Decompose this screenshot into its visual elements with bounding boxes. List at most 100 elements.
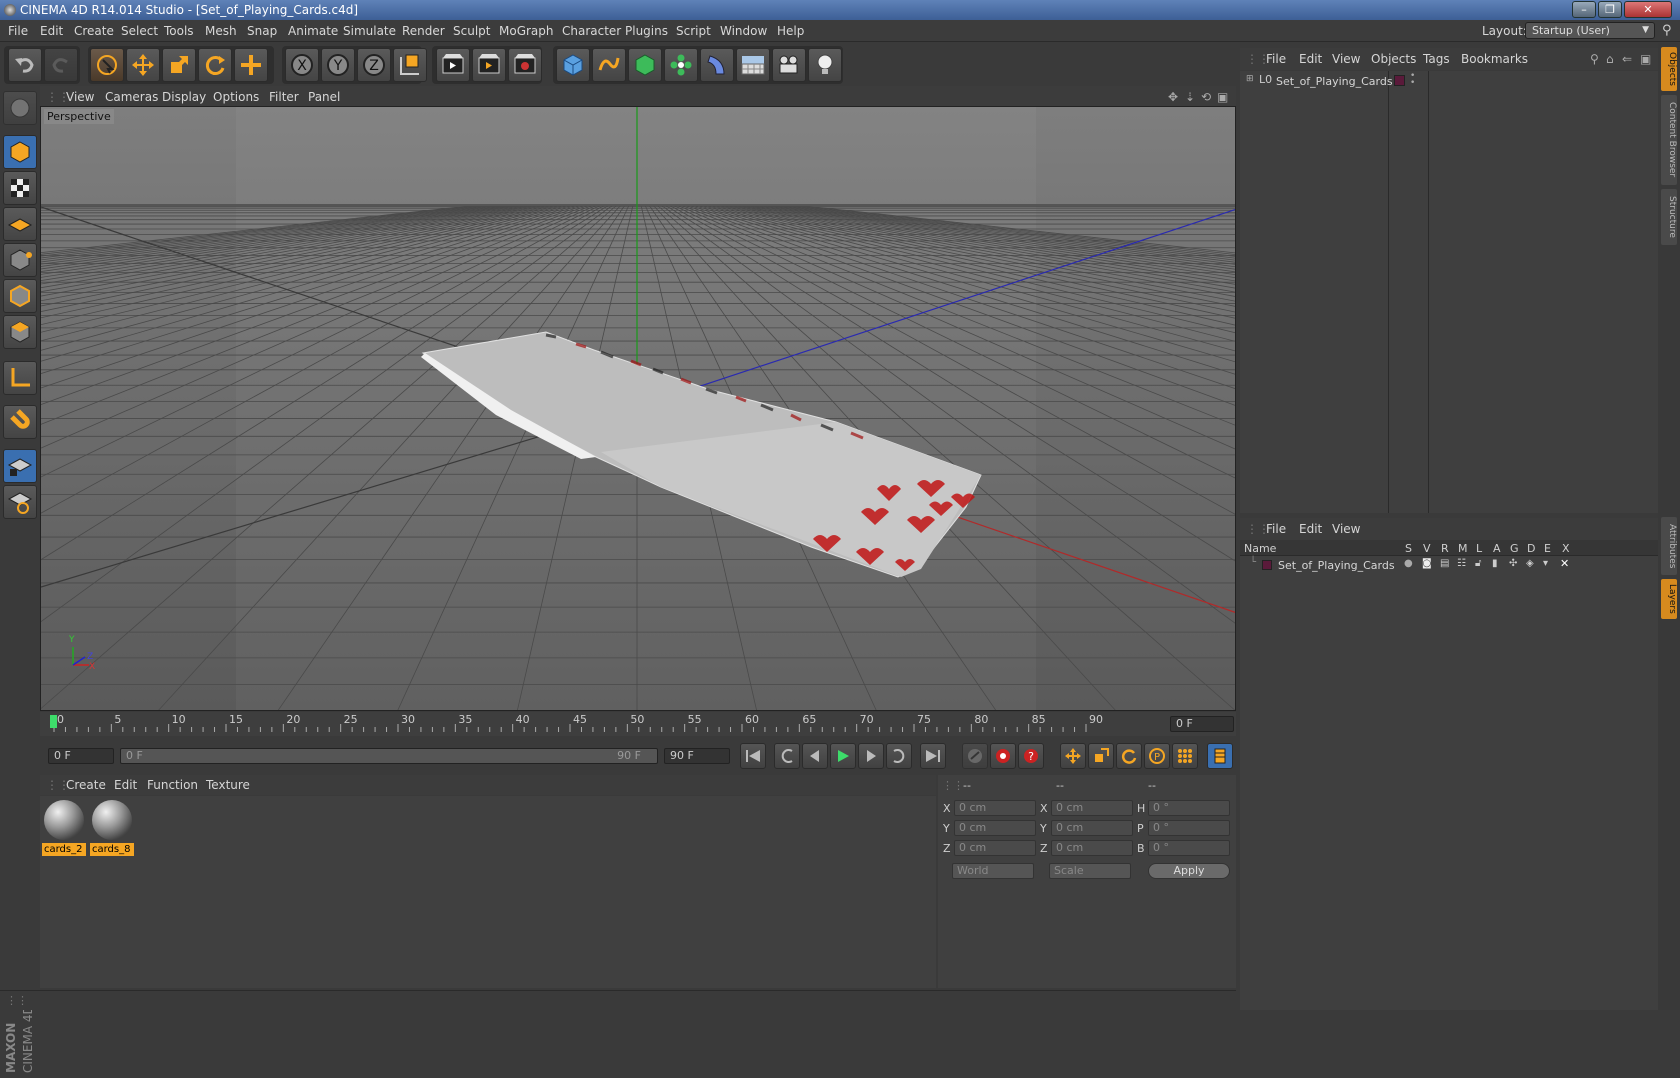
previous-key-icon[interactable] [774, 743, 800, 769]
layer-color-swatch[interactable] [1394, 75, 1405, 86]
coordinate-system-icon[interactable] [393, 48, 427, 82]
viewport-menu-cameras[interactable]: Cameras [105, 90, 158, 104]
rotate-icon[interactable] [198, 48, 232, 82]
undo-icon[interactable] [8, 48, 42, 82]
rot-h-field[interactable]: 0 ° [1148, 800, 1230, 816]
column-generators-header[interactable]: G [1510, 542, 1519, 555]
xref-toggle-icon[interactable]: ✕ [1560, 557, 1569, 570]
apply-button[interactable]: Apply [1148, 863, 1230, 879]
column-deformers-header[interactable]: D [1527, 542, 1535, 555]
menu-sculpt[interactable]: Sculpt [453, 24, 490, 38]
layer-color-swatch[interactable] [1262, 560, 1272, 570]
column-view-header[interactable]: V [1423, 542, 1431, 555]
redo-icon[interactable] [44, 48, 78, 82]
x-axis-icon[interactable]: X [285, 48, 319, 82]
menu-create[interactable]: Create [74, 24, 114, 38]
make-editable-icon[interactable] [3, 91, 37, 125]
array-icon[interactable] [664, 48, 698, 82]
menu-file[interactable]: File [8, 24, 28, 38]
column-expressions-header[interactable]: E [1544, 542, 1551, 555]
column-manager-header[interactable]: M [1458, 542, 1468, 555]
magnet-icon[interactable] [3, 405, 37, 439]
expand-icon[interactable]: ⊞ [1246, 74, 1254, 84]
workplane-lock-icon[interactable] [3, 449, 37, 483]
menu-character[interactable]: Character [562, 24, 621, 38]
menu-mesh[interactable]: Mesh [205, 24, 237, 38]
objects-menu-file[interactable]: File [1266, 52, 1286, 66]
play-forward-icon[interactable] [830, 743, 856, 769]
spline-icon[interactable] [592, 48, 626, 82]
key-parameter-icon[interactable]: P [1144, 743, 1170, 769]
timeline-ruler[interactable]: 0 5 10 15 20 25 30 35 40 45 50 55 60 65 70 75 80 85 90 0 F [40, 712, 1236, 736]
rot-b-field[interactable]: 0 ° [1148, 840, 1230, 856]
go-to-end-icon[interactable] [920, 743, 946, 769]
material-swatch[interactable]: cards_8 [90, 798, 134, 856]
y-axis-icon[interactable]: Y [321, 48, 355, 82]
add-icon[interactable] [234, 48, 268, 82]
material-menu-edit[interactable]: Edit [114, 778, 137, 792]
viewport-menu-filter[interactable]: Filter [269, 90, 299, 104]
coordinate-mode-dropdown[interactable]: World [952, 863, 1034, 879]
tab-attributes[interactable]: Attributes [1661, 517, 1677, 575]
column-render-header[interactable]: R [1441, 542, 1449, 555]
menu-animate[interactable]: Animate [288, 24, 338, 38]
viewport-menu-panel[interactable]: Panel [308, 90, 340, 104]
timeline-window-icon[interactable] [1207, 743, 1233, 769]
menu-script[interactable]: Script [676, 24, 711, 38]
viewport-menu-options[interactable]: Options [213, 90, 259, 104]
layout-dropdown[interactable]: Startup (User) ▼ [1525, 22, 1655, 39]
preview-range-slider[interactable]: 0 F 90 F [120, 748, 658, 764]
subdivision-surface-icon[interactable] [628, 48, 662, 82]
objects-menu-tags[interactable]: Tags [1423, 52, 1450, 66]
layers-menu-edit[interactable]: Edit [1299, 522, 1322, 536]
column-solo-header[interactable]: S [1405, 542, 1412, 555]
manager-toggle-icon[interactable]: ☷ [1457, 558, 1466, 569]
end-frame-field[interactable]: 90 F [664, 748, 730, 764]
view-toggle-icon[interactable]: ◙ [1422, 558, 1432, 569]
material-swatch[interactable]: cards_2 [42, 798, 86, 856]
render-picture-viewer-icon[interactable] [472, 48, 506, 82]
tab-layers[interactable]: Layers [1661, 579, 1677, 619]
viewport-toggle-icon[interactable]: ▣ [1217, 90, 1228, 104]
viewport-zoom-icon[interactable]: ⇣ [1185, 90, 1195, 104]
viewport-menu-display[interactable]: Display [162, 90, 206, 104]
maximize-button[interactable]: ❐ [1598, 1, 1622, 18]
key-position-icon[interactable] [1060, 743, 1086, 769]
start-frame-field[interactable]: 0 F [48, 748, 114, 764]
go-to-start-icon[interactable] [740, 743, 766, 769]
axis-mode-icon[interactable] [3, 361, 37, 395]
menu-plugins[interactable]: Plugins [625, 24, 668, 38]
record-keys-icon[interactable] [962, 743, 988, 769]
perspective-viewport[interactable]: Perspective Y Z X [40, 106, 1236, 711]
object-row[interactable]: ⊞ L0 Set_of_Playing_Cards • • [1242, 72, 1658, 90]
light-icon[interactable] [808, 48, 842, 82]
back-icon[interactable]: ⇐ [1622, 52, 1632, 66]
objects-menu-view[interactable]: View [1332, 52, 1360, 66]
lock-toggle-icon[interactable]: 🔓︎ [1475, 558, 1481, 569]
keyframe-selection-icon[interactable]: ? [1018, 743, 1044, 769]
size-x-field[interactable]: 0 cm [1051, 800, 1133, 816]
menu-simulate[interactable]: Simulate [343, 24, 396, 38]
tab-objects[interactable]: Objects [1661, 47, 1677, 91]
material-menu-create[interactable]: Create [66, 778, 106, 792]
workplane-mode-icon[interactable] [3, 207, 37, 241]
column-animation-header[interactable]: A [1493, 542, 1501, 555]
model-mode-icon[interactable] [3, 135, 37, 169]
viewport-rotate-icon[interactable]: ⟲ [1201, 90, 1211, 104]
column-locked-header[interactable]: L [1476, 542, 1482, 555]
animation-toggle-icon[interactable]: ▮ [1492, 558, 1498, 569]
tab-content-browser[interactable]: Content Browser [1661, 95, 1677, 185]
layers-menu-view[interactable]: View [1332, 522, 1360, 536]
minimize-button[interactable]: – [1572, 1, 1596, 18]
material-menu-function[interactable]: Function [147, 778, 198, 792]
menu-mograph[interactable]: MoGraph [499, 24, 554, 38]
rot-p-field[interactable]: 0 ° [1148, 820, 1230, 836]
close-button[interactable]: ✕ [1624, 1, 1672, 18]
size-z-field[interactable]: 0 cm [1051, 840, 1133, 856]
current-frame-field[interactable]: 0 F [1170, 716, 1234, 732]
z-axis-icon[interactable]: Z [357, 48, 391, 82]
objects-menu-objects[interactable]: Objects [1371, 52, 1416, 66]
solo-toggle-icon[interactable]: ● [1404, 558, 1413, 569]
camera-icon[interactable] [772, 48, 806, 82]
menu-help[interactable]: Help [777, 24, 804, 38]
